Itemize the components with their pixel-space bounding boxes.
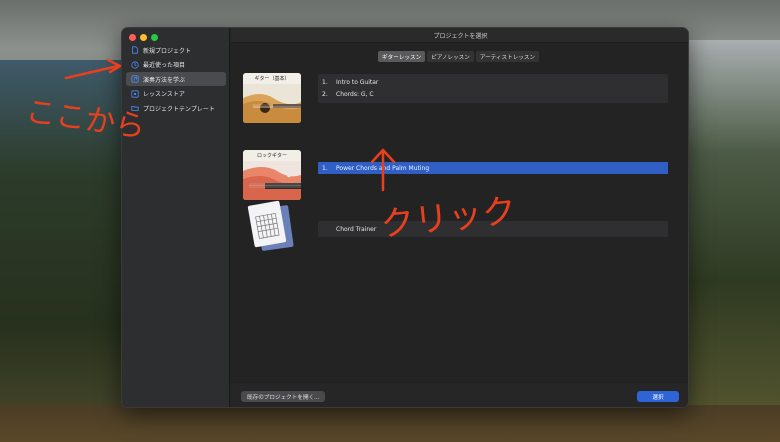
tab-guitar-lessons[interactable]: ギターレッスン: [378, 51, 426, 62]
sidebar-item-new-project[interactable]: 新規プロジェクト: [126, 43, 226, 57]
sidebar-item-label: 新規プロジェクト: [143, 47, 192, 55]
minimize-window-button[interactable]: [140, 34, 147, 41]
folder-icon: [131, 104, 139, 112]
list-item[interactable]: 2. Chords: G, C: [318, 88, 668, 100]
acoustic-guitar-icon: [243, 84, 301, 123]
lesson-card-guitar-basics[interactable]: ギター（基本）: [243, 73, 301, 123]
dialog-footer: 既存のプロジェクトを開く... 選択: [231, 382, 688, 407]
document-icon: [131, 46, 139, 54]
lesson-type-tabs: ギターレッスン ピアノレッスン アーティストレッスン: [378, 51, 540, 62]
project-chooser-window: 新規プロジェクト 最近使った項目 演奏方法を学ぶ レッスンストア プロジェクトテ…: [121, 27, 689, 408]
open-existing-project-button[interactable]: 既存のプロジェクトを開く...: [241, 391, 326, 402]
desktop-hill-left: [0, 60, 130, 442]
chord-trainer-card[interactable]: [247, 199, 295, 253]
sidebar-item-lesson-store[interactable]: レッスンストア: [126, 87, 226, 101]
lesson-list-rock-guitar: 1. Power Chords and Palm Muting: [318, 162, 668, 174]
sidebar-item-label: 演奏方法を学ぶ: [143, 76, 186, 84]
card-title: ロックギター: [243, 150, 301, 161]
sidebar-item-learn-to-play[interactable]: 演奏方法を学ぶ: [126, 72, 226, 86]
lesson-list-guitar-basics: 1. Intro to Guitar 2. Chords: G, C: [318, 74, 668, 103]
tab-piano-lessons[interactable]: ピアノレッスン: [427, 51, 474, 62]
sidebar-item-label: プロジェクトテンプレート: [143, 105, 215, 113]
zoom-window-button[interactable]: [151, 34, 158, 41]
store-icon: [131, 89, 139, 98]
window-title: プロジェクトを選択: [231, 28, 688, 43]
list-item[interactable]: 1. Intro to Guitar: [318, 76, 668, 88]
lesson-card-rock-guitar[interactable]: ロックギター: [243, 150, 301, 200]
music-note-icon: [131, 75, 139, 83]
window-controls: [129, 34, 158, 41]
tab-artist-lessons[interactable]: アーティストレッスン: [475, 51, 540, 62]
list-item[interactable]: 1. Power Chords and Palm Muting: [318, 162, 668, 174]
select-button[interactable]: 選択: [637, 391, 679, 402]
close-window-button[interactable]: [129, 34, 136, 41]
lesson-list-chord-trainer: Chord Trainer: [318, 221, 668, 237]
clock-icon: [131, 60, 139, 69]
sidebar-item-label: レッスンストア: [143, 91, 185, 98]
electric-guitar-icon: [243, 161, 301, 200]
sidebar-item-label: 最近使った項目: [143, 62, 186, 69]
card-title: ギター（基本）: [243, 73, 301, 84]
desktop-ground: [0, 405, 780, 442]
desktop-hill-right: [688, 40, 780, 442]
lesson-content: ギターレッスン ピアノレッスン アーティストレッスン ギター（基本） 1. In…: [231, 43, 688, 407]
sidebar-list: 新規プロジェクト 最近使った項目 演奏方法を学ぶ レッスンストア プロジェクトテ…: [126, 43, 226, 116]
chord-chart-icon: [247, 200, 294, 251]
sidebar: 新規プロジェクト 最近使った項目 演奏方法を学ぶ レッスンストア プロジェクトテ…: [122, 28, 230, 407]
list-item[interactable]: Chord Trainer: [318, 221, 668, 237]
sidebar-item-recent[interactable]: 最近使った項目: [126, 58, 226, 72]
sidebar-item-project-templates[interactable]: プロジェクトテンプレート: [126, 101, 226, 115]
